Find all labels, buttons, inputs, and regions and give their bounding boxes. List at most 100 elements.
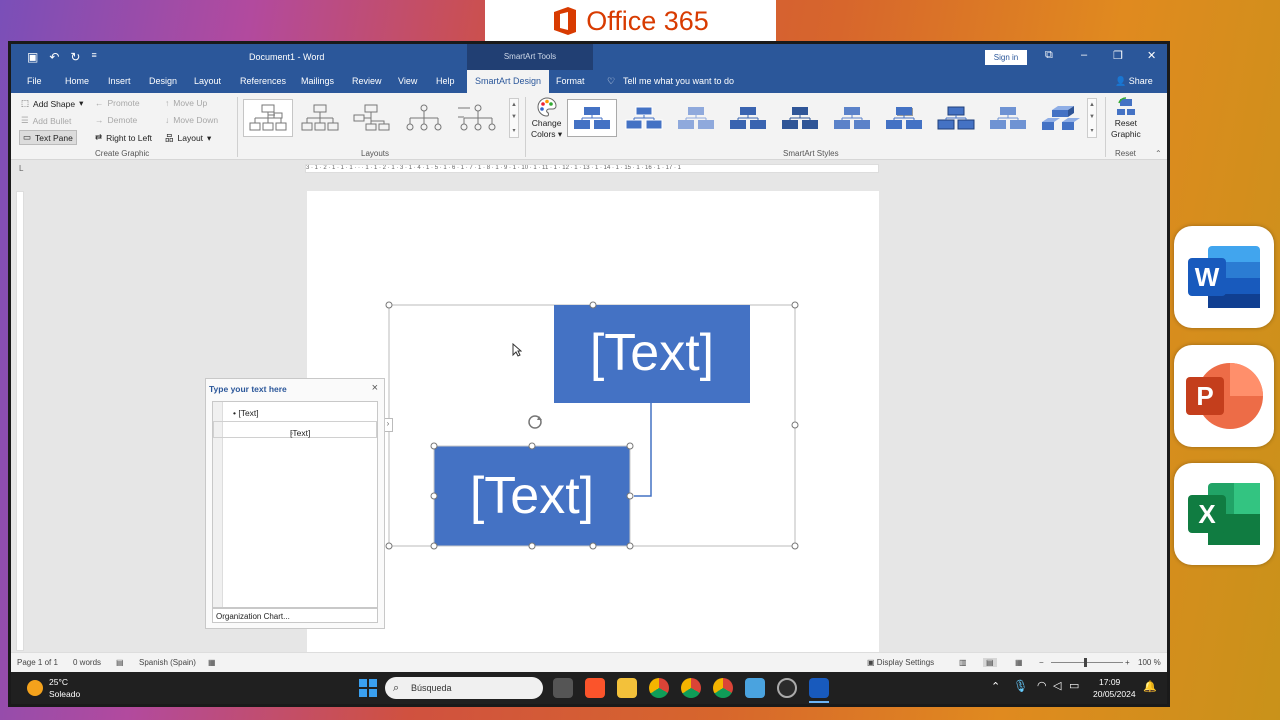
wifi-icon[interactable]: ◠ <box>1037 679 1047 692</box>
bottom-box-text[interactable]: [Text] <box>470 467 594 525</box>
share-button[interactable]: 👤 Share <box>1115 70 1153 93</box>
notepad-icon[interactable] <box>745 678 765 698</box>
tab-review[interactable]: Review <box>352 70 382 93</box>
weather-condition[interactable]: Soleado <box>49 689 80 699</box>
move-up-button[interactable]: ↑ Move Up <box>165 98 207 108</box>
maximize-icon[interactable]: ❐ <box>1113 49 1123 62</box>
list-item[interactable]: ◦ [Text] <box>213 421 377 438</box>
styles-gallery-scroll[interactable]: ▲ ▼ ▾ <box>1087 98 1097 138</box>
layout-option-labeled[interactable] <box>451 99 501 137</box>
zoom-slider-thumb[interactable] <box>1084 658 1087 667</box>
ribbon-display-icon[interactable]: ⧉ <box>1045 49 1053 62</box>
zoom-out-icon[interactable]: − <box>1039 658 1044 667</box>
windows-start-icon[interactable] <box>359 679 377 697</box>
tell-me-search[interactable]: Tell me what you want to do <box>623 70 734 93</box>
powerpoint-app-icon[interactable]: P <box>1174 345 1274 447</box>
display-settings-button[interactable]: ▣ Display Settings <box>867 658 934 667</box>
tab-mailings[interactable]: Mailings <box>301 70 334 93</box>
tab-format[interactable]: Format <box>556 70 585 93</box>
chrome-profile-2-icon[interactable] <box>713 678 733 698</box>
smartart-style-3[interactable] <box>671 99 721 137</box>
top-box-text[interactable]: [Text] <box>590 324 714 382</box>
smartart-style-6[interactable] <box>827 99 877 137</box>
reset-graphic-button[interactable]: Reset Graphic <box>1111 97 1141 139</box>
zoom-slider[interactable] <box>1051 658 1123 667</box>
web-layout-icon[interactable]: ▦ <box>1015 658 1023 667</box>
close-icon[interactable]: ✕ <box>1147 49 1156 62</box>
battery-icon[interactable]: ▭ <box>1069 679 1079 692</box>
tab-smartart-design[interactable]: SmartArt Design <box>467 70 550 93</box>
layout-option-name-title[interactable] <box>295 99 345 137</box>
brave-browser-icon[interactable] <box>585 678 605 698</box>
smartart-style-4[interactable] <box>723 99 773 137</box>
clock-date[interactable]: 20/05/2024 <box>1093 689 1136 699</box>
excel-app-icon[interactable]: X <box>1174 463 1274 565</box>
obs-studio-icon[interactable] <box>777 678 797 698</box>
add-shape-button[interactable]: ⬚ Add Shape ▾ <box>21 98 83 109</box>
layout-button[interactable]: 品 Layout ▾ <box>165 132 211 144</box>
smartart-style-5[interactable] <box>775 99 825 137</box>
volume-icon[interactable]: ◁ <box>1053 679 1061 692</box>
tab-design[interactable]: Design <box>149 70 177 93</box>
right-to-left-button[interactable]: ⇄ Right to Left <box>95 132 152 143</box>
promote-button[interactable]: ← Promote <box>95 98 140 108</box>
layout-option-circle-picture[interactable] <box>399 99 449 137</box>
chrome-profile-icon[interactable] <box>681 678 701 698</box>
sign-in-button[interactable]: Sign in <box>985 50 1027 65</box>
horizontal-ruler[interactable]: 3 · 1 · 2 · 1 · 1 · 1 · · · 1 · 1 · 2 · … <box>305 164 879 173</box>
move-down-button[interactable]: ↓ Move Down <box>165 115 218 125</box>
tab-stop-selector[interactable]: L <box>19 164 23 173</box>
add-bullet-button[interactable]: ☰ Add Bullet <box>21 115 71 126</box>
list-item[interactable]: • [Text] <box>233 408 259 418</box>
print-layout-icon[interactable]: ▤ <box>983 658 997 667</box>
tab-help[interactable]: Help <box>436 70 455 93</box>
smartart-style-9[interactable] <box>983 99 1033 137</box>
close-icon[interactable]: × <box>372 382 378 394</box>
tab-references[interactable]: References <box>240 70 286 93</box>
smartart-graphic[interactable]: [Text] [Text] <box>385 300 805 550</box>
save-icon[interactable]: ▣ <box>27 50 38 64</box>
accessibility-icon[interactable]: ▦ <box>208 658 216 667</box>
weather-temperature[interactable]: 25°C <box>49 677 68 687</box>
customize-qat-icon[interactable]: ≡ <box>91 50 96 64</box>
show-hidden-icons-icon[interactable]: ⌃ <box>991 680 1000 693</box>
tab-layout[interactable]: Layout <box>194 70 221 93</box>
zoom-in-icon[interactable]: + <box>1125 658 1130 667</box>
rotate-handle-icon[interactable] <box>528 415 542 429</box>
smartart-style-8[interactable] <box>931 99 981 137</box>
collapse-ribbon-icon[interactable]: ⌃ <box>1155 149 1162 158</box>
task-view-icon[interactable] <box>553 678 573 698</box>
word-taskbar-icon[interactable] <box>809 678 829 698</box>
layout-option-org-chart[interactable] <box>243 99 293 137</box>
chrome-icon[interactable] <box>649 678 669 698</box>
clock-time[interactable]: 17:09 <box>1099 677 1120 687</box>
tab-home[interactable]: Home <box>65 70 89 93</box>
tab-insert[interactable]: Insert <box>108 70 131 93</box>
word-app-icon[interactable]: W <box>1174 226 1274 328</box>
text-pane-button[interactable]: ▭ Text Pane <box>19 130 77 145</box>
weather-sun-icon[interactable] <box>27 680 43 696</box>
taskbar-search[interactable]: ⌕ Búsqueda <box>385 677 543 699</box>
minimize-icon[interactable]: – <box>1081 49 1087 61</box>
page-count[interactable]: Page 1 of 1 <box>17 658 58 667</box>
vertical-ruler[interactable] <box>16 191 24 651</box>
smartart-style-10[interactable] <box>1035 99 1085 137</box>
redo-icon[interactable]: ↻ <box>70 50 80 64</box>
proofing-icon[interactable]: ▤ <box>116 658 124 667</box>
tab-view[interactable]: View <box>398 70 417 93</box>
layout-option-half-circle[interactable] <box>347 99 397 137</box>
demote-button[interactable]: → Demote <box>95 115 137 125</box>
layouts-gallery-scroll[interactable]: ▲ ▼ ▾ <box>509 98 519 138</box>
zoom-level[interactable]: 100 % <box>1138 658 1161 667</box>
read-mode-icon[interactable]: ▥ <box>959 658 967 667</box>
change-colors-button[interactable]: Change Colors ▾ <box>531 97 562 140</box>
smartart-style-7[interactable] <box>879 99 929 137</box>
microphone-icon[interactable]: 🎙 <box>1013 679 1028 693</box>
tab-file[interactable]: File <box>27 70 42 93</box>
smartart-style-1[interactable] <box>567 99 617 137</box>
undo-icon[interactable]: ↶ <box>49 50 59 64</box>
text-pane-editor[interactable]: • [Text] ◦ [Text] <box>212 401 378 608</box>
smartart-style-2[interactable] <box>619 99 669 137</box>
word-count[interactable]: 0 words <box>73 658 101 667</box>
language-indicator[interactable]: Spanish (Spain) <box>139 658 196 667</box>
